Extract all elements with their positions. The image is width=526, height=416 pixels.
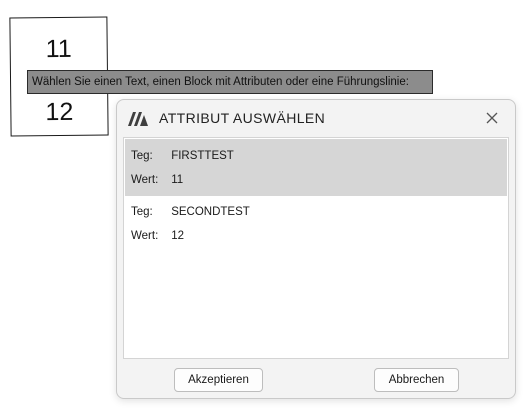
attribute-text-2[interactable]: 12	[11, 97, 107, 127]
attribute-list-item[interactable]: Teg: FIRSTTEST Wert: 11	[125, 139, 507, 196]
value-label: Wert:	[131, 174, 159, 186]
select-attribute-dialog: ATTRIBUT AUSWÄHLEN Teg: FIRSTTEST Wert: …	[116, 99, 516, 399]
attribute-list[interactable]: Teg: FIRSTTEST Wert: 11 Teg: SECONDTEST …	[123, 137, 509, 359]
cancel-button[interactable]: Abbrechen	[374, 368, 459, 392]
tag-value: SECONDTEST	[171, 206, 250, 218]
value-text: 12	[171, 230, 184, 242]
value-text: 11	[171, 174, 184, 186]
dialog-titlebar[interactable]: ATTRIBUT AUSWÄHLEN	[117, 100, 515, 136]
attribute-text-1[interactable]: 11	[11, 34, 107, 64]
tag-row: Teg: FIRSTTEST	[131, 150, 234, 162]
close-icon[interactable]	[483, 109, 501, 127]
value-row: Wert: 12	[131, 230, 184, 242]
attribute-list-item[interactable]: Teg: SECONDTEST Wert: 12	[125, 195, 507, 252]
command-prompt-tooltip: Wählen Sie einen Text, einen Block mit A…	[27, 70, 433, 94]
dialog-title: ATTRIBUT AUSWÄHLEN	[159, 110, 326, 126]
tag-value: FIRSTTEST	[171, 150, 234, 162]
tag-row: Teg: SECONDTEST	[131, 206, 250, 218]
accept-button[interactable]: Akzeptieren	[174, 368, 263, 392]
value-row: Wert: 11	[131, 174, 183, 186]
tag-label: Teg:	[131, 150, 153, 162]
value-label: Wert:	[131, 230, 159, 242]
app-logo-icon	[128, 112, 148, 126]
tag-label: Teg:	[131, 206, 153, 218]
